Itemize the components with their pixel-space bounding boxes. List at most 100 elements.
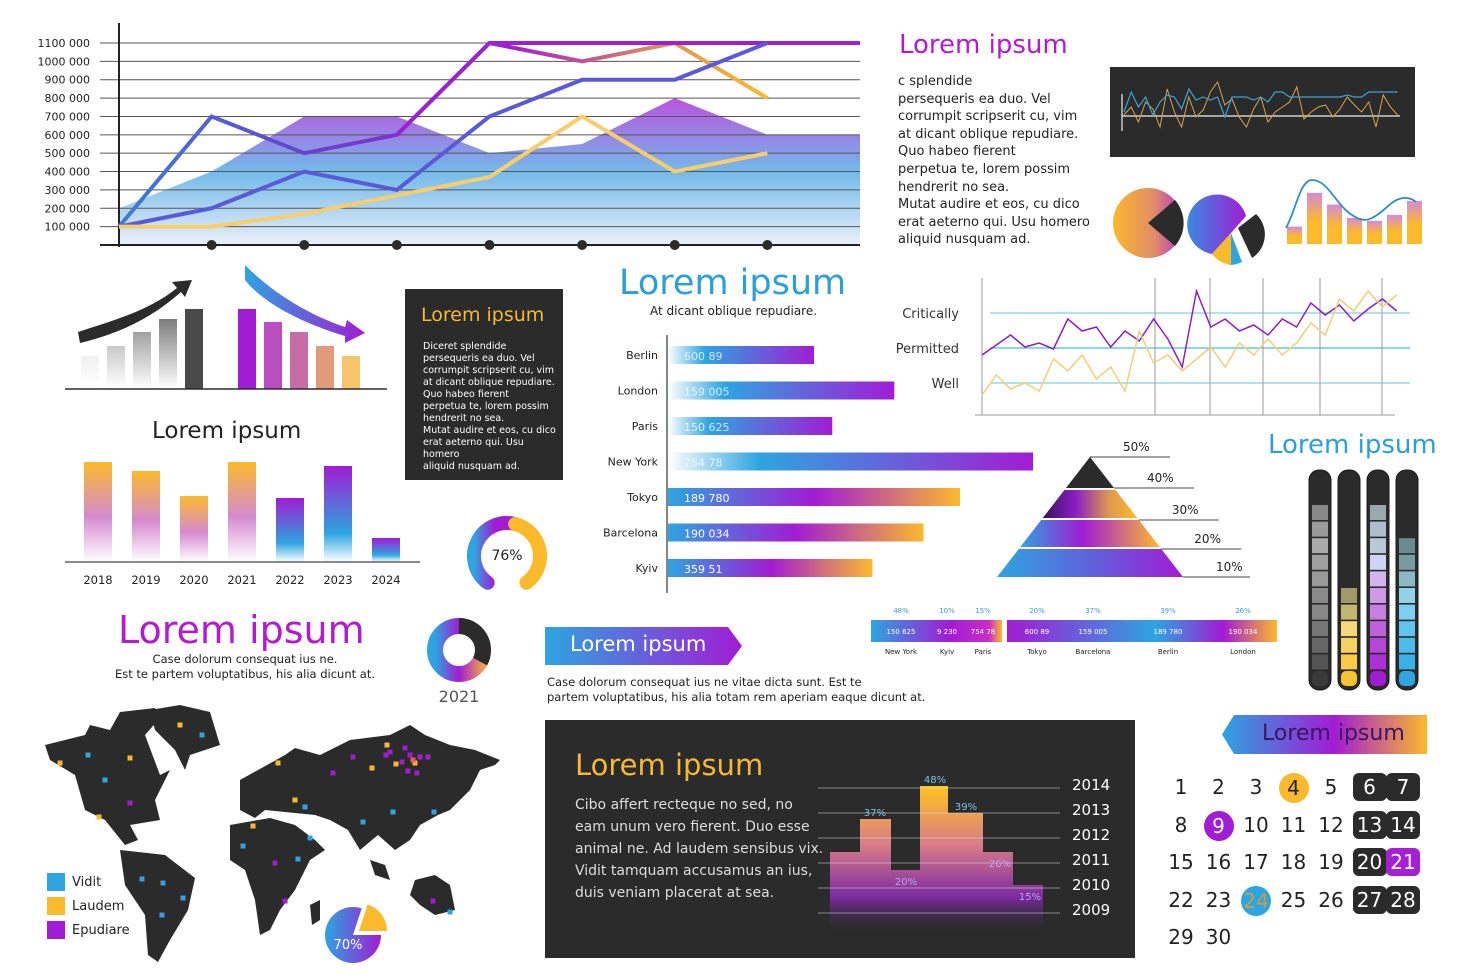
growth-bar-rising — [133, 332, 151, 389]
pie-small-purple — [1187, 194, 1246, 254]
map-marker — [282, 898, 288, 904]
calendar-day[interactable]: 17 — [1238, 848, 1274, 876]
map-marker — [307, 835, 313, 841]
banner-title: Lorem ipsum — [570, 632, 707, 656]
meter-segment-yellow — [1341, 654, 1357, 670]
continent-shape — [370, 860, 390, 880]
calendar-day[interactable]: 5 — [1313, 773, 1349, 801]
dark-card-line: hendrerit no sea. — [423, 413, 505, 424]
world-subtitle: Case dolorum consequat ius ne. Est te par… — [100, 652, 390, 682]
yearly-bar — [132, 471, 160, 562]
yearly-x-label: 2023 — [323, 573, 352, 587]
legend-swatch — [47, 897, 65, 915]
calendar-day[interactable]: 12 — [1313, 811, 1349, 839]
legend-label: Laudem — [72, 898, 125, 914]
strip-city: Paris — [975, 648, 992, 656]
calendar-day[interactable]: 9 — [1203, 810, 1234, 841]
growth-bar-falling — [342, 356, 360, 389]
calendar-day[interactable]: 22 — [1163, 886, 1199, 914]
city-label: Barcelona — [603, 527, 658, 540]
continent-shape — [310, 900, 320, 925]
strip-value: 754 78 — [971, 628, 996, 636]
city-value-label: 189 780 — [684, 492, 730, 505]
calendar-day[interactable]: 6 — [1352, 773, 1387, 801]
x-marker — [299, 240, 310, 250]
calendar-day[interactable]: 16 — [1201, 848, 1237, 876]
yearly-bar — [372, 538, 400, 562]
calendar-day[interactable]: 15 — [1163, 848, 1199, 876]
calendar-day[interactable]: 18 — [1276, 848, 1312, 876]
growth-bar-falling — [238, 309, 256, 389]
map-marker — [102, 777, 108, 783]
calendar-day[interactable]: 21 — [1386, 848, 1420, 876]
y-tick-label: 700 000 — [45, 110, 91, 123]
dark-card-line: aliquid nusquam ad. — [423, 461, 520, 472]
meter-segment-gray — [1312, 637, 1328, 653]
city-chart-title: Lorem ipsum — [619, 263, 847, 303]
map-pie-slice — [359, 904, 387, 931]
map-marker — [160, 880, 166, 886]
strip-city: New York — [885, 648, 918, 656]
map-marker — [405, 768, 411, 774]
mini-bar — [1347, 217, 1362, 244]
calendar-day[interactable]: 19 — [1313, 848, 1349, 876]
threshold-line-chart: Critically Permitted Well — [896, 278, 1410, 416]
calendar-day[interactable]: 11 — [1276, 811, 1312, 839]
map-marker — [414, 770, 420, 776]
x-marker — [391, 240, 402, 250]
map-marker — [447, 909, 453, 915]
meter-segment-gray — [1312, 604, 1328, 620]
yearly-x-label: 2019 — [131, 573, 160, 587]
calendar-day[interactable]: 3 — [1238, 773, 1274, 801]
oscillation-chart — [1110, 67, 1415, 157]
pyramid-label: 10% — [1216, 560, 1243, 574]
map-marker — [302, 804, 308, 810]
pie-small-dark — [1238, 214, 1265, 258]
dark-panel-line: Vidit tamquam accusamus an ius, — [575, 863, 813, 879]
meter-segment-gray — [1312, 554, 1328, 570]
calendar-day[interactable]: 30 — [1201, 923, 1237, 951]
step-year-label: 2011 — [1072, 851, 1110, 869]
calendar-day[interactable]: 29 — [1163, 923, 1199, 951]
dark-panel-body: Cibo affert recteque no sed, no eam unum … — [575, 794, 823, 904]
map-marker — [410, 757, 416, 763]
meter-segment-blue — [1399, 637, 1415, 653]
calendar-day[interactable]: 2 — [1201, 773, 1237, 801]
meter-segment-purple — [1370, 621, 1386, 637]
calendar-day[interactable]: 25 — [1276, 886, 1312, 914]
calendar-day[interactable]: 1 — [1163, 773, 1199, 801]
calendar-day[interactable]: 23 — [1201, 886, 1237, 914]
calendar-day[interactable]: 7 — [1386, 773, 1420, 801]
meter-segment-purple — [1370, 571, 1386, 587]
growth-bar-rising — [159, 319, 177, 389]
arrow-down-icon — [245, 265, 365, 343]
threshold-series-purple — [981, 288, 1398, 370]
strip-city: Tokyo — [1026, 648, 1047, 656]
calendar-day[interactable]: 4 — [1278, 773, 1309, 803]
map-marker — [199, 732, 205, 738]
dark-card-line: persequeris ea duo. Vel — [423, 353, 535, 364]
world-subtitle-line: Est te partem voluptatibus, his alia dic… — [115, 667, 375, 681]
calendar-day[interactable]: 24 — [1241, 885, 1271, 916]
calendar-day[interactable]: 27 — [1352, 885, 1387, 914]
city-label: New York — [608, 456, 659, 469]
y-tick-label: 100 000 — [45, 221, 91, 234]
meter-segment-yellow — [1341, 671, 1357, 686]
calendar-day[interactable]: 26 — [1313, 886, 1349, 914]
map-marker — [292, 797, 298, 803]
calendar-day[interactable]: 28 — [1386, 885, 1420, 914]
calendar-day[interactable]: 8 — [1163, 811, 1199, 839]
legend-item: Vidit — [47, 873, 101, 891]
dark-card-line: at dicant oblique repudiare. — [423, 377, 555, 388]
meter-segment-blue — [1399, 538, 1415, 554]
calendar-day[interactable]: 13 — [1352, 810, 1387, 839]
dark-panel-line: animal ne. Ad laudem sensibus vix. — [575, 841, 824, 857]
continent-shape — [45, 708, 170, 845]
calendar-day[interactable]: 20 — [1352, 848, 1387, 876]
step-year-label: 2010 — [1072, 876, 1110, 894]
map-marker — [330, 770, 336, 776]
pyramid-label: 40% — [1147, 471, 1174, 485]
calendar-day[interactable]: 14 — [1386, 810, 1420, 839]
calendar-day[interactable]: 10 — [1238, 811, 1274, 839]
yearly-x-label: 2021 — [227, 573, 256, 587]
